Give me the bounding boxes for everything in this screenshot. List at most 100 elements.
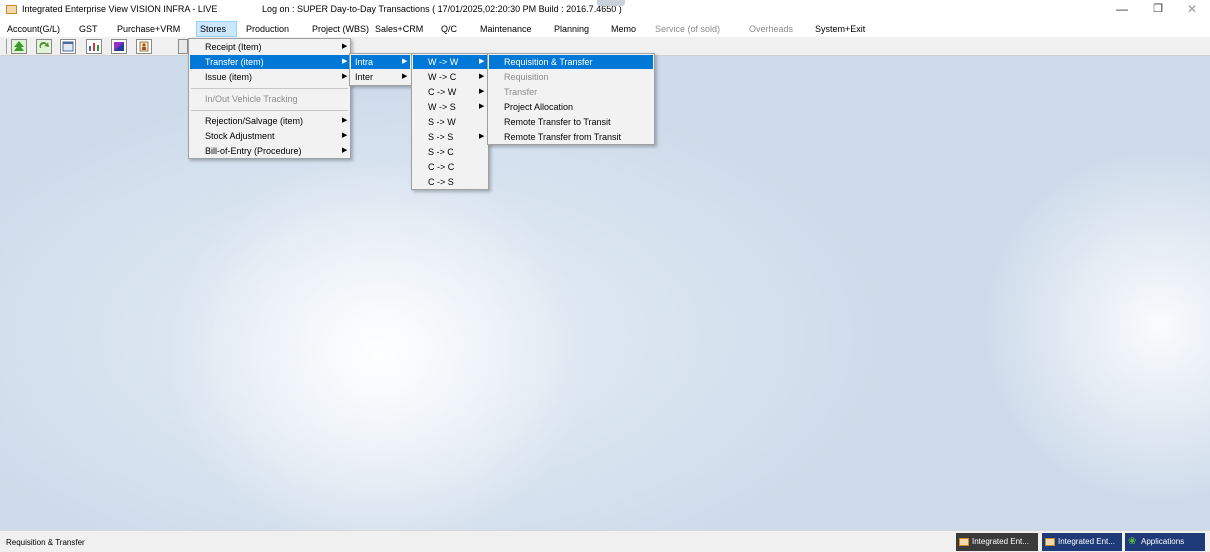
menu-item-label: Rejection/Salvage (item)	[205, 116, 304, 126]
chart-icon[interactable]	[86, 39, 102, 54]
close-button[interactable]: ✕	[1172, 1, 1210, 18]
menu-item-label: S -> S	[428, 132, 454, 142]
menu-qc[interactable]: Q/C	[438, 21, 460, 37]
color-icon[interactable]	[111, 39, 127, 54]
menu-item-requisition[interactable]: Requisition	[489, 70, 653, 84]
submenu-arrow-icon: ▶	[479, 73, 485, 80]
menu-item-vehicle-tracking[interactable]: In/Out Vehicle Tracking	[190, 92, 349, 106]
transfer-submenu: Intra ▶ Inter ▶	[349, 53, 412, 86]
menu-item-rejection[interactable]: Rejection/Salvage (item) ▶	[190, 114, 349, 128]
menu-item-label: Issue (item)	[205, 72, 253, 82]
menu-stores[interactable]: Stores	[196, 21, 237, 37]
taskbar-label: Integrated Ent...	[1058, 537, 1115, 546]
menu-item-label: C -> W	[428, 87, 457, 97]
menu-item-transfer-only[interactable]: Transfer	[489, 85, 653, 99]
menu-item-label: Bill-of-Entry (Procedure)	[205, 146, 302, 156]
submenu-arrow-icon: ▶	[342, 147, 348, 154]
menu-item-label: W -> W	[428, 57, 459, 67]
status-text: Requisition & Transfer	[6, 538, 85, 547]
menu-item-remote-to-transit[interactable]: Remote Transfer to Transit	[489, 115, 653, 129]
intra-submenu: W -> W ▶ W -> C ▶ C -> W ▶ W -> S ▶ S ->…	[411, 53, 489, 190]
menu-overheads[interactable]: Overheads	[746, 21, 796, 37]
taskbar-item-integrated-2[interactable]: Integrated Ent...	[1042, 533, 1122, 551]
submenu-arrow-icon: ▶	[342, 58, 348, 65]
menu-item-s-s[interactable]: S -> S ▶	[413, 130, 487, 144]
menu-purchase[interactable]: Purchase+VRM	[114, 21, 183, 37]
taskbar-item-integrated-1[interactable]: Integrated Ent...	[956, 533, 1038, 551]
menu-service[interactable]: Service (of sold)	[652, 21, 723, 37]
submenu-arrow-icon: ▶	[479, 58, 485, 65]
menu-item-transfer[interactable]: Transfer (item) ▶	[190, 55, 349, 69]
menu-item-label: Stock Adjustment	[205, 131, 275, 141]
status-bar: Requisition & Transfer Integrated Ent...…	[0, 530, 1210, 552]
menu-sales[interactable]: Sales+CRM	[372, 21, 426, 37]
menu-account[interactable]: Account(G/L)	[4, 21, 63, 37]
submenu-arrow-icon: ▶	[342, 43, 348, 50]
app-logo-icon	[959, 538, 969, 546]
menu-item-intra[interactable]: Intra ▶	[351, 55, 410, 69]
title-pull-tab[interactable]	[597, 0, 625, 6]
title-bar: Integrated Enterprise View VISION INFRA …	[0, 0, 1210, 20]
menu-item-label: C -> C	[428, 162, 455, 172]
toolbar-button-partial[interactable]	[178, 39, 188, 54]
menu-item-receipt[interactable]: Receipt (Item) ▶	[190, 40, 349, 54]
menu-item-label: C -> S	[428, 177, 454, 187]
submenu-arrow-icon: ▶	[342, 132, 348, 139]
menu-item-stock-adjustment[interactable]: Stock Adjustment ▶	[190, 129, 349, 143]
stores-menu: Receipt (Item) ▶ Transfer (item) ▶ Issue…	[188, 38, 351, 159]
menu-item-label: Receipt (Item)	[205, 42, 262, 52]
tree-icon[interactable]	[11, 39, 27, 54]
menu-item-c-s[interactable]: C -> S	[413, 175, 487, 189]
taskbar-label: Integrated Ent...	[972, 537, 1029, 546]
taskbar-item-applications[interactable]: ❀ Applications	[1125, 533, 1205, 551]
submenu-arrow-icon: ▶	[342, 73, 348, 80]
menu-item-project-allocation[interactable]: Project Allocation	[489, 100, 653, 114]
toolbar-grip	[6, 39, 7, 54]
menu-system-exit[interactable]: System+Exit	[812, 21, 868, 37]
menu-item-label: In/Out Vehicle Tracking	[205, 94, 298, 104]
menu-item-inter[interactable]: Inter ▶	[351, 70, 410, 84]
submenu-arrow-icon: ▶	[479, 133, 485, 140]
menu-item-label: Intra	[355, 57, 374, 67]
app-logo-icon	[6, 5, 17, 14]
menu-item-remote-from-transit[interactable]: Remote Transfer from Transit	[489, 130, 653, 144]
menu-item-s-w[interactable]: S -> W	[413, 115, 487, 129]
menu-item-label: Transfer (item)	[205, 57, 264, 67]
submenu-arrow-icon: ▶	[479, 88, 485, 95]
menu-production[interactable]: Production	[243, 21, 292, 37]
menu-item-label: S -> C	[428, 147, 454, 157]
menu-item-w-w[interactable]: W -> W ▶	[413, 55, 487, 69]
app-logo-icon	[1045, 538, 1055, 546]
menu-separator	[191, 88, 348, 89]
minimize-button[interactable]: —	[1102, 1, 1142, 18]
submenu-arrow-icon: ▶	[402, 58, 408, 65]
menu-item-w-s[interactable]: W -> S ▶	[413, 100, 487, 114]
menu-gst[interactable]: GST	[76, 21, 101, 37]
window-title: Integrated Enterprise View VISION INFRA …	[22, 4, 218, 14]
menu-item-w-c[interactable]: W -> C ▶	[413, 70, 487, 84]
menu-item-bill-of-entry[interactable]: Bill-of-Entry (Procedure) ▶	[190, 144, 349, 158]
menu-item-issue[interactable]: Issue (item) ▶	[190, 70, 349, 84]
user-icon[interactable]	[136, 39, 152, 54]
menu-planning[interactable]: Planning	[551, 21, 592, 37]
window-icon[interactable]	[60, 39, 76, 54]
submenu-arrow-icon: ▶	[402, 73, 408, 80]
menu-maintenance[interactable]: Maintenance	[477, 21, 535, 37]
menu-bar: Account(G/L) GST Purchase+VRM Stores Pro…	[0, 21, 1210, 37]
ww-submenu: Requisition & Transfer Requisition Trans…	[487, 53, 655, 145]
menu-separator	[191, 110, 348, 111]
menu-item-label: W -> C	[428, 72, 457, 82]
menu-item-s-c[interactable]: S -> C	[413, 145, 487, 159]
menu-memo[interactable]: Memo	[608, 21, 639, 37]
refresh-icon[interactable]	[36, 39, 52, 54]
submenu-arrow-icon: ▶	[342, 117, 348, 124]
menu-item-requisition-transfer[interactable]: Requisition & Transfer	[489, 55, 653, 69]
taskbar-label: Applications	[1141, 537, 1185, 546]
submenu-arrow-icon: ▶	[479, 103, 485, 110]
logon-info: Log on : SUPER Day-to-Day Transactions (…	[262, 4, 622, 14]
menu-item-c-w[interactable]: C -> W ▶	[413, 85, 487, 99]
menu-item-label: S -> W	[428, 117, 456, 127]
menu-item-label: Inter	[355, 72, 374, 82]
menu-item-c-c[interactable]: C -> C	[413, 160, 487, 174]
menu-project[interactable]: Project (WBS)	[309, 21, 372, 37]
